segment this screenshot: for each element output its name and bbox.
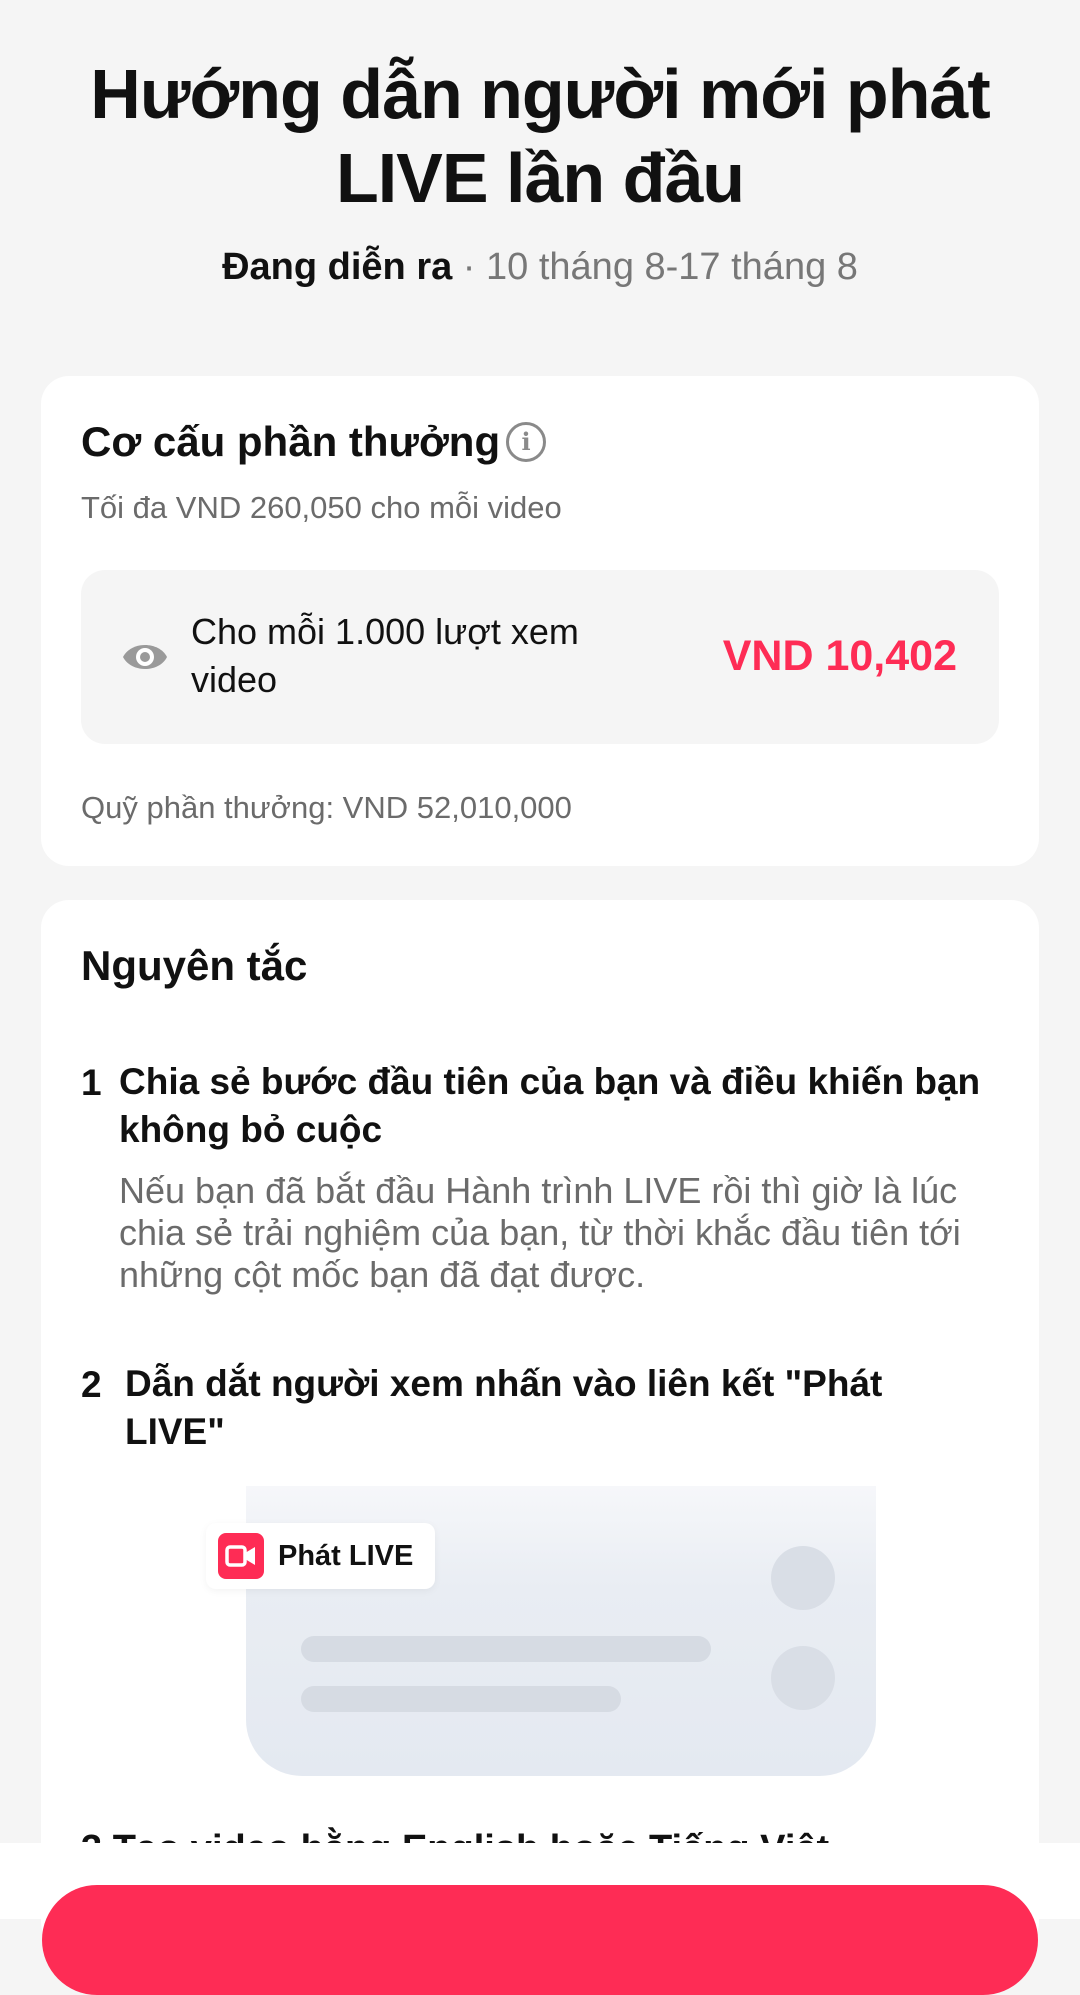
live-chip-label: Phát LIVE [278,1539,414,1572]
eye-icon [123,645,167,669]
event-dates: 10 tháng 8-17 tháng 8 [486,246,858,288]
reward-pool-text: Quỹ phần thưởng: VND 52,010,000 [81,790,572,825]
reward-rate-box: Cho mỗi 1.000 lượt xem video VND 10,402 [81,570,999,744]
reward-max-text: Tối đa VND 260,050 cho mỗi video [81,490,562,525]
live-camera-icon [218,1533,264,1579]
rules-title: Nguyên tắc [81,942,308,989]
primary-action-button[interactable] [42,1885,1038,1995]
rules-card: Nguyên tắc 1 Chia sẻ bước đầu tiên của b… [41,900,1039,1950]
rate-value: VND 10,402 [722,632,957,680]
page-title: Hướng dẫn người mới phát LIVE lần đầu [90,55,990,217]
live-link-chip: Phát LIVE [206,1523,436,1589]
rule-number: 1 [81,1062,102,1103]
info-icon[interactable]: i [506,422,546,462]
rate-label: Cho mỗi 1.000 lượt xem video [191,611,579,700]
rule-description: Nếu bạn đã bắt đầu Hành trình LIVE rồi t… [119,1170,961,1295]
placeholder-avatar [771,1546,835,1610]
rule-number: 2 [81,1364,102,1405]
reward-structure-card: Cơ cấu phần thưởng i Tối đa VND 260,050 … [41,376,1039,866]
placeholder-line [301,1636,711,1662]
subtitle-separator: · [452,246,487,288]
event-status: Đang diễn ra [222,246,453,288]
reward-structure-title: Cơ cấu phần thưởng [81,418,501,465]
event-subtitle: Đang diễn ra · 10 tháng 8-17 tháng 8 [0,242,1080,292]
placeholder-avatar [771,1646,835,1710]
rule-title: Dẫn dắt người xem nhấn vào liên kết "Phá… [125,1363,883,1452]
rule-title: Chia sẻ bước đầu tiên của bạn và điều kh… [119,1061,981,1150]
placeholder-line [301,1686,621,1712]
